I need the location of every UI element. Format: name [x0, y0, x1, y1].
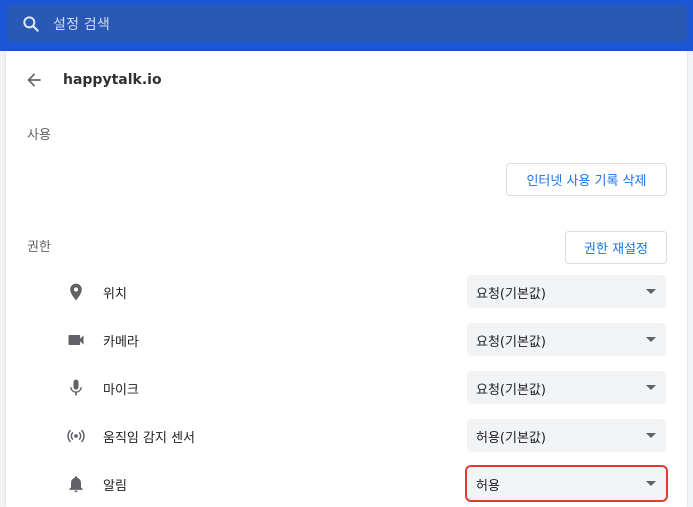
permission-label: 알림	[103, 479, 127, 494]
permission-label: 마이크	[103, 383, 139, 398]
search-icon	[23, 16, 39, 32]
dropdown-caret-icon	[646, 433, 656, 438]
camera-icon	[68, 335, 84, 345]
top-bar: 설정 검색	[0, 0, 693, 51]
permission-row-microphone: 마이크 요청(기본값)	[6, 371, 687, 405]
search-input[interactable]: 설정 검색	[53, 14, 110, 34]
permission-label: 위치	[103, 287, 127, 302]
notifications-permission-select[interactable]: 허용	[465, 465, 668, 502]
permission-row-camera: 카메라 요청(기본값)	[6, 323, 687, 357]
dropdown-caret-icon	[646, 481, 656, 486]
permission-row-location: 위치 요청(기본값)	[6, 275, 687, 309]
sensor-icon	[67, 429, 85, 443]
site-settings-card: happytalk.io 사용 인터넷 사용 기록 삭제 권한 권한 재설정 위…	[6, 51, 687, 507]
permission-label: 카메라	[103, 335, 139, 350]
bell-icon	[69, 476, 83, 493]
clear-browsing-history-button[interactable]: 인터넷 사용 기록 삭제	[506, 163, 667, 196]
microphone-permission-select[interactable]: 요청(기본값)	[467, 371, 666, 404]
permission-label: 움직임 감지 센서	[103, 431, 195, 446]
select-value: 허용(기본값)	[476, 431, 546, 446]
site-title: happytalk.io	[63, 72, 162, 88]
location-permission-select[interactable]: 요청(기본값)	[467, 275, 666, 308]
select-value: 허용	[476, 479, 500, 494]
location-pin-icon	[70, 283, 82, 301]
dropdown-caret-icon	[646, 337, 656, 342]
settings-search-box[interactable]: 설정 검색	[7, 5, 687, 42]
dropdown-caret-icon	[646, 289, 656, 294]
back-arrow-icon[interactable]	[24, 70, 44, 90]
permissions-section-title: 권한	[27, 240, 51, 255]
permission-row-notifications: 알림 허용	[6, 465, 687, 502]
dropdown-caret-icon	[646, 385, 656, 390]
motion-sensors-permission-select[interactable]: 허용(기본값)	[467, 419, 666, 452]
select-value: 요청(기본값)	[476, 335, 546, 350]
select-value: 요청(기본값)	[476, 383, 546, 398]
select-value: 요청(기본값)	[476, 287, 546, 302]
permission-row-motion-sensors: 움직임 감지 센서 허용(기본값)	[6, 419, 687, 453]
camera-permission-select[interactable]: 요청(기본값)	[467, 323, 666, 356]
reset-permissions-button[interactable]: 권한 재설정	[565, 231, 667, 264]
usage-section-title: 사용	[27, 128, 51, 143]
microphone-icon	[70, 379, 82, 396]
